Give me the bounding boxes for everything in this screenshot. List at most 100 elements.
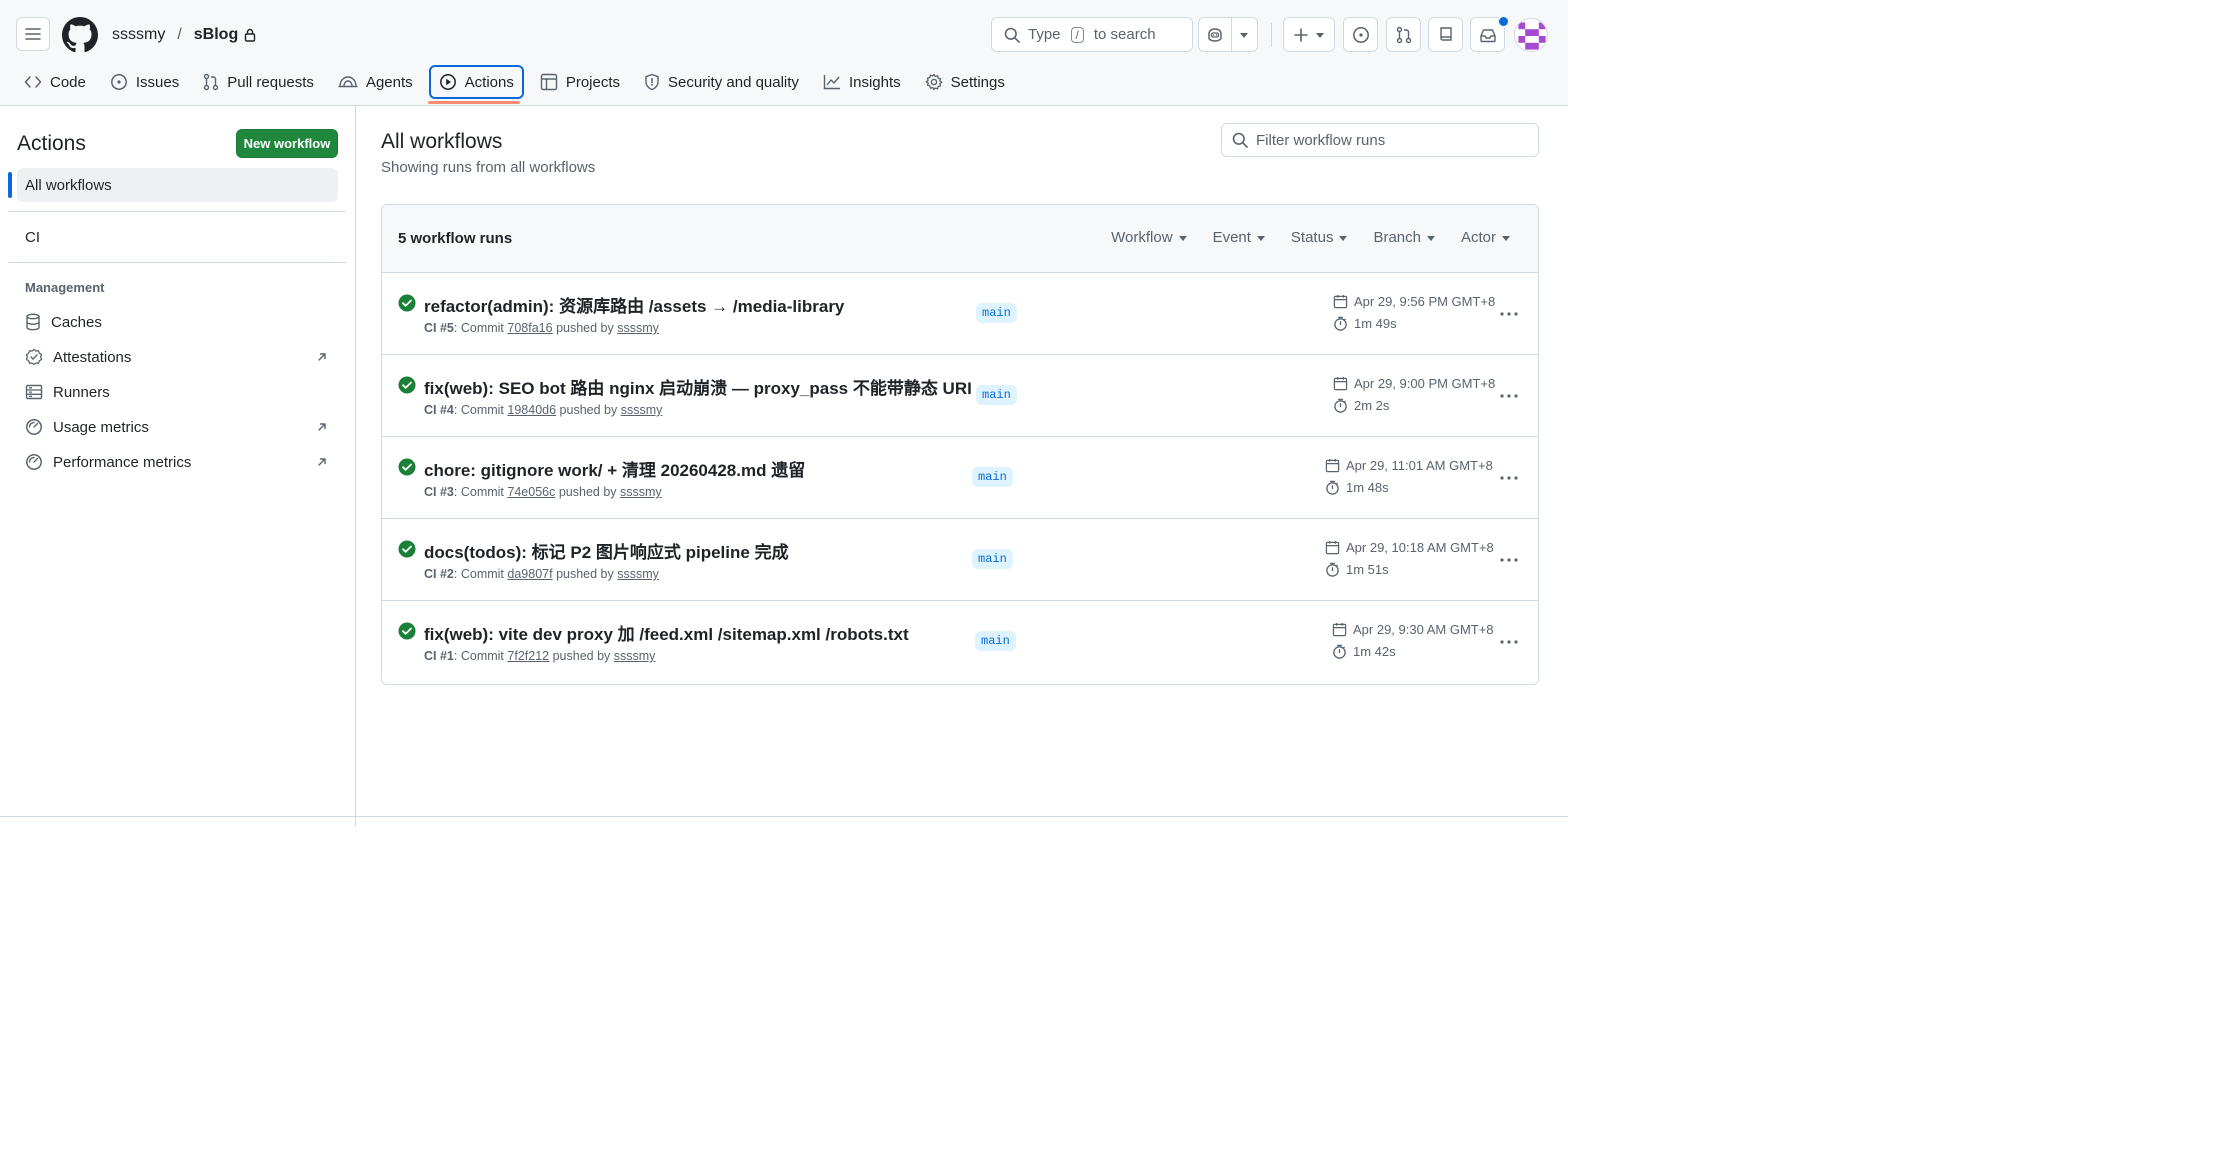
branch-label[interactable]: main bbox=[976, 303, 1017, 323]
tab-projects[interactable]: Projects bbox=[532, 65, 628, 99]
workflow-run-row[interactable]: refactor(admin): 资源库路由 /assets → /media-… bbox=[382, 273, 1538, 355]
search-shortcut-key: / bbox=[1070, 26, 1084, 43]
workflow-run-row[interactable]: fix(web): vite dev proxy 加 /feed.xml /si… bbox=[382, 601, 1538, 683]
actor-link[interactable]: ssssmy bbox=[621, 403, 663, 417]
sidebar-item-runners[interactable]: Runners bbox=[17, 375, 338, 409]
branch-label[interactable]: main bbox=[972, 467, 1013, 487]
kebab-horizontal-icon bbox=[1500, 312, 1518, 316]
commit-sha-link[interactable]: 708fa16 bbox=[507, 321, 552, 335]
filter-event-dropdown[interactable]: Event bbox=[1213, 229, 1265, 246]
menu-button[interactable] bbox=[16, 17, 50, 51]
search-icon bbox=[1232, 132, 1248, 148]
commit-sha-link[interactable]: 19840d6 bbox=[507, 403, 556, 417]
check-circle-fill-icon bbox=[398, 294, 416, 312]
actor-link[interactable]: ssssmy bbox=[617, 321, 659, 335]
inbox-icon bbox=[1479, 28, 1496, 42]
meter-icon bbox=[26, 419, 42, 435]
filter-actor-dropdown[interactable]: Actor bbox=[1461, 229, 1510, 246]
calendar-icon bbox=[1333, 376, 1348, 391]
filter-branch-dropdown[interactable]: Branch bbox=[1373, 229, 1435, 246]
sidebar-item-label: CI bbox=[25, 228, 40, 246]
filter-workflow-dropdown[interactable]: Workflow bbox=[1111, 229, 1187, 246]
commit-sha-link[interactable]: 7f2f212 bbox=[507, 649, 549, 663]
sidebar-item-all-workflows[interactable]: All workflows bbox=[17, 168, 338, 202]
run-number: #2 bbox=[439, 567, 454, 581]
tab-code[interactable]: Code bbox=[16, 65, 94, 99]
workflow-run-row[interactable]: chore: gitignore work/ + 清理 20260428.md … bbox=[382, 437, 1538, 519]
tab-insights[interactable]: Insights bbox=[815, 65, 909, 99]
sidebar-item-ci[interactable]: CI bbox=[17, 220, 338, 254]
workflow-run-row[interactable]: fix(web): SEO bot 路由 nginx 启动崩溃 — proxy_… bbox=[382, 355, 1538, 437]
sidebar-item-caches[interactable]: Caches bbox=[17, 305, 338, 339]
run-date: Apr 29, 9:56 PM GMT+8 bbox=[1333, 294, 1495, 309]
run-duration-text: 1m 42s bbox=[1353, 644, 1396, 659]
stopwatch-icon bbox=[1333, 644, 1346, 659]
your-issues-button[interactable] bbox=[1343, 17, 1378, 52]
run-title-link[interactable]: fix(web): vite dev proxy 加 /feed.xml /si… bbox=[424, 620, 909, 645]
actor-link[interactable]: ssssmy bbox=[620, 485, 662, 499]
filter-status-dropdown[interactable]: Status bbox=[1291, 229, 1348, 246]
chevron-down-icon bbox=[1256, 236, 1265, 241]
filter-label: Actor bbox=[1460, 229, 1496, 246]
tab-label: Security and quality bbox=[668, 73, 799, 91]
tab-actions[interactable]: Actions bbox=[428, 65, 524, 99]
avatar[interactable] bbox=[1514, 18, 1548, 52]
breadcrumb: ssssmy / sBlog bbox=[112, 24, 256, 46]
workflow-runs-list: 5 workflow runs Workflow Event Status Br… bbox=[381, 204, 1539, 685]
management-heading: Management bbox=[25, 280, 105, 295]
run-options-button[interactable] bbox=[1498, 550, 1520, 570]
tab-issues[interactable]: Issues bbox=[102, 65, 187, 99]
sidebar-item-attestations[interactable]: Attestations bbox=[17, 340, 338, 374]
tab-settings[interactable]: Settings bbox=[917, 65, 1013, 99]
actor-link[interactable]: ssssmy bbox=[617, 567, 659, 581]
copilot-button[interactable] bbox=[1199, 27, 1231, 43]
chevron-down-icon bbox=[1316, 33, 1324, 38]
run-duration-text: 1m 49s bbox=[1354, 316, 1397, 331]
create-new-button[interactable] bbox=[1283, 17, 1335, 52]
run-options-button[interactable] bbox=[1498, 468, 1520, 488]
filter-label: Event bbox=[1212, 229, 1251, 246]
breadcrumb-separator: / bbox=[177, 26, 182, 43]
tab-security[interactable]: Security and quality bbox=[636, 65, 807, 99]
table-icon bbox=[540, 73, 558, 91]
global-search-input[interactable]: Type / to search bbox=[991, 17, 1193, 52]
sidebar-item-performance-metrics[interactable]: Performance metrics bbox=[17, 445, 338, 479]
run-title-link[interactable]: docs(todos): 标记 P2 图片响应式 pipeline 完成 bbox=[424, 538, 789, 563]
run-title-link[interactable]: fix(web): SEO bot 路由 nginx 启动崩溃 — proxy_… bbox=[424, 374, 972, 399]
run-title-link[interactable]: refactor(admin): 资源库路由 /assets → /media-… bbox=[424, 292, 844, 317]
new-workflow-button[interactable]: New workflow bbox=[236, 129, 338, 158]
actor-link[interactable]: ssssmy bbox=[614, 649, 656, 663]
chevron-down-icon bbox=[1502, 236, 1510, 241]
plus-icon bbox=[1294, 27, 1308, 42]
sidebar-item-usage-metrics[interactable]: Usage metrics bbox=[17, 410, 338, 444]
calendar-icon bbox=[1325, 458, 1340, 473]
github-logo-icon[interactable] bbox=[62, 17, 98, 53]
branch-label[interactable]: main bbox=[976, 385, 1017, 405]
run-date-text: Apr 29, 9:30 AM GMT+8 bbox=[1353, 622, 1494, 637]
stopwatch-icon bbox=[1326, 480, 1339, 495]
filter-runs-input[interactable]: Filter workflow runs bbox=[1221, 123, 1539, 157]
commit-sha-link[interactable]: da9807f bbox=[507, 567, 552, 581]
run-date: Apr 29, 10:18 AM GMT+8 bbox=[1325, 540, 1494, 555]
your-pull-requests-button[interactable] bbox=[1386, 17, 1421, 52]
run-title-link[interactable]: chore: gitignore work/ + 清理 20260428.md … bbox=[424, 456, 805, 481]
kebab-horizontal-icon bbox=[1500, 476, 1518, 480]
copilot-dropdown-button[interactable] bbox=[1232, 31, 1257, 38]
repo-owner-link[interactable]: ssssmy bbox=[112, 24, 165, 46]
graph-icon bbox=[823, 75, 840, 90]
commit-sha-link[interactable]: 74e056c bbox=[507, 485, 555, 499]
tab-pull-requests[interactable]: Pull requests bbox=[195, 65, 322, 99]
repo-name-link[interactable]: sBlog bbox=[194, 24, 238, 46]
run-options-button[interactable] bbox=[1498, 304, 1520, 324]
workflow-run-row[interactable]: docs(todos): 标记 P2 图片响应式 pipeline 完成 CI … bbox=[382, 519, 1538, 601]
divider bbox=[8, 211, 346, 212]
database-icon bbox=[26, 313, 40, 331]
run-options-button[interactable] bbox=[1498, 386, 1520, 406]
branch-label[interactable]: main bbox=[972, 549, 1013, 569]
tab-agents[interactable]: Agents bbox=[330, 65, 421, 99]
calendar-icon bbox=[1332, 622, 1347, 637]
run-options-button[interactable] bbox=[1498, 632, 1520, 652]
repositories-button[interactable] bbox=[1428, 17, 1463, 52]
play-icon bbox=[439, 74, 456, 90]
branch-label[interactable]: main bbox=[975, 631, 1016, 651]
